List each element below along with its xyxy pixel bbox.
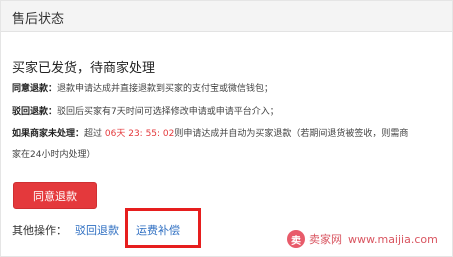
highlight-box: [125, 208, 201, 248]
watermark-logo-icon: 卖: [287, 230, 305, 248]
agree-info-label: 同意退款：: [12, 84, 58, 94]
agree-info-line: 同意退款：退款申请达成并直接退款到买家的支付宝或微信钱包；: [12, 81, 273, 94]
timeout-suffix: 则申请达成并自动为买家退款（若期间退货被签收，则需商: [174, 129, 409, 139]
reject-refund-link[interactable]: 驳回退款: [75, 222, 119, 238]
watermark: 卖 卖家网 www.maijia.com: [287, 230, 438, 248]
after-sale-panel: 售后状态 买家已发货，待商家处理 同意退款：退款申请达成并直接退款到买家的支付宝…: [0, 0, 453, 257]
watermark-url: www.maijia.com: [348, 232, 438, 246]
panel-header: 售后状态: [1, 1, 452, 32]
countdown-timer: 06天 23: 55: 02: [104, 129, 175, 139]
timeout-prefix: 超过: [84, 129, 103, 139]
reject-info-line: 驳回退款：驳回后买家有7天时间可选择修改申请或申请平台介入；: [12, 104, 279, 117]
reject-info-text: 驳回后买家有7天时间可选择修改申请或申请平台介入；: [57, 107, 279, 117]
agree-refund-button[interactable]: 同意退款: [13, 182, 97, 209]
agree-info-text: 退款申请达成并直接退款到买家的支付宝或微信钱包；: [57, 84, 274, 94]
timeout-info-line: 如果商家未处理：超过 06天 23: 55: 02则申请达成并自动为买家退款（若…: [12, 126, 408, 139]
timeout-info-continued: 家在24小时内处理）: [12, 150, 96, 160]
status-title: 买家已发货，待商家处理: [12, 61, 156, 76]
timeout-info-label: 如果商家未处理：: [12, 129, 85, 139]
reject-info-label: 驳回退款：: [12, 107, 58, 117]
panel-title: 售后状态: [12, 12, 65, 27]
other-actions-label: 其他操作：: [12, 224, 67, 237]
watermark-name: 卖家网: [309, 233, 342, 246]
